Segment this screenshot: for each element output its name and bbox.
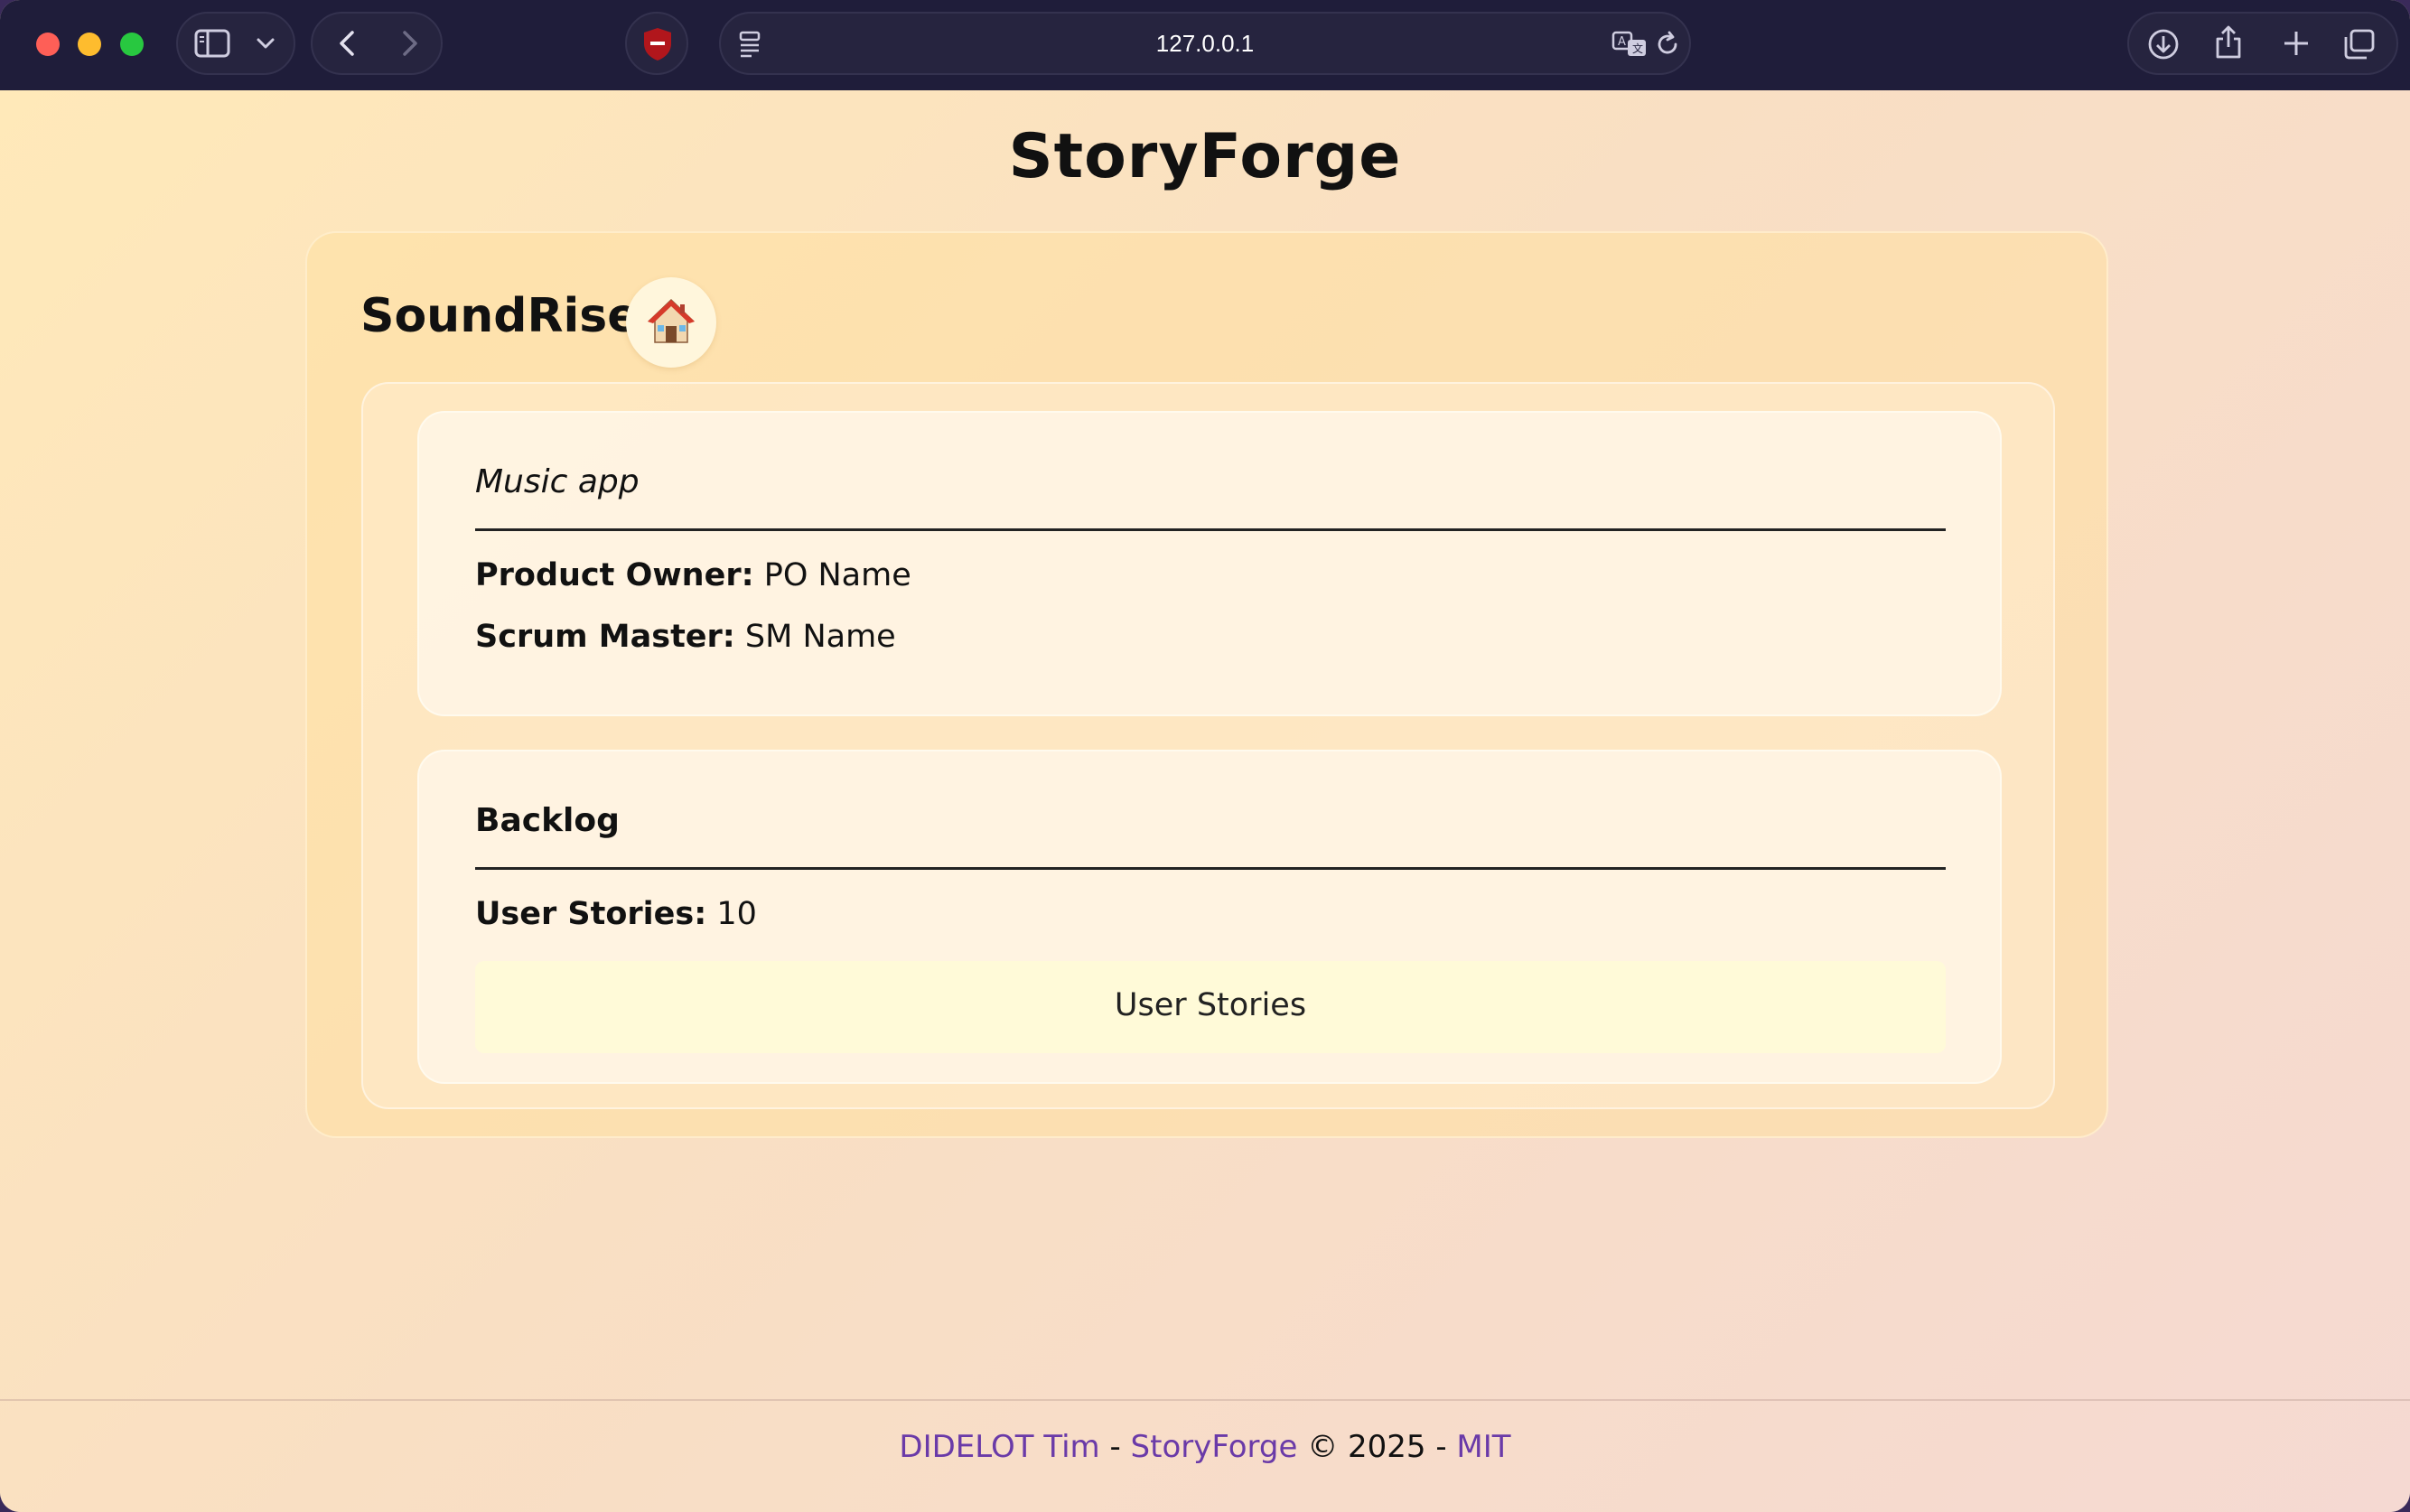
- sidebar-icon[interactable]: [194, 28, 230, 59]
- product-owner-field: Product Owner: PO Name: [475, 557, 911, 593]
- svg-text:文: 文: [1632, 42, 1643, 55]
- shield-icon: [644, 28, 671, 61]
- right-toolbar-group: [2127, 12, 2398, 75]
- project-description: Music app: [475, 463, 640, 500]
- storyforge-link[interactable]: StoryForge: [1131, 1429, 1298, 1465]
- divider: [475, 528, 1946, 531]
- reload-icon[interactable]: [1653, 30, 1682, 59]
- scrum-master-value: SM Name: [734, 619, 896, 655]
- user-stories-button[interactable]: User Stories: [475, 961, 1946, 1053]
- url-text: 127.0.0.1: [1155, 30, 1255, 57]
- project-details-panel: Music app Product Owner: PO Name Scrum M…: [361, 382, 2055, 1109]
- browser-toolbar: 127.0.0.1 A文: [0, 0, 2410, 90]
- product-owner-label: Product Owner:: [475, 557, 754, 593]
- project-card: SoundRise Music app Product Owner: PO Na…: [305, 231, 2108, 1138]
- scrum-master-label: Scrum Master:: [475, 619, 735, 655]
- home-button[interactable]: [626, 277, 716, 368]
- scrum-master-field: Scrum Master: SM Name: [475, 619, 896, 655]
- user-stories-count-field: User Stories: 10: [475, 896, 757, 932]
- footer: DIDELOT Tim - StoryForge © 2025 - MIT: [0, 1429, 2410, 1465]
- project-info-section: Music app Product Owner: PO Name Scrum M…: [417, 411, 2002, 716]
- license-link[interactable]: MIT: [1456, 1429, 1510, 1465]
- house-icon: [648, 298, 695, 343]
- navigation-group: [311, 12, 443, 75]
- divider: [475, 867, 1946, 870]
- download-icon[interactable]: [2147, 28, 2180, 61]
- minimize-window-button[interactable]: [78, 33, 101, 56]
- backlog-section: Backlog User Stories: 10 User Stories: [417, 750, 2002, 1084]
- product-owner-value: PO Name: [753, 557, 911, 593]
- forward-arrow-icon[interactable]: [394, 28, 425, 59]
- backlog-heading: Backlog: [475, 802, 620, 839]
- shield-extension-button[interactable]: [625, 12, 688, 75]
- footer-divider: [0, 1399, 2410, 1401]
- tab-overview-icon[interactable]: [2342, 28, 2377, 61]
- project-name: SoundRise: [360, 289, 640, 343]
- back-arrow-icon[interactable]: [332, 28, 363, 59]
- user-stories-count: 10: [706, 896, 757, 932]
- address-bar[interactable]: 127.0.0.1 A文: [719, 12, 1691, 75]
- svg-text:A: A: [1618, 35, 1626, 49]
- translate-icon[interactable]: A文: [1611, 30, 1648, 59]
- author-link[interactable]: DIDELOT Tim: [899, 1429, 1099, 1465]
- browser-window: 127.0.0.1 A文 StoryForge SoundRise Music …: [0, 0, 2410, 1512]
- footer-copyright: © 2025 -: [1297, 1429, 1457, 1465]
- close-window-button[interactable]: [36, 33, 60, 56]
- page-content: StoryForge SoundRise Music app Product O…: [0, 90, 2410, 1512]
- zoom-window-button[interactable]: [120, 33, 144, 56]
- footer-separator: -: [1099, 1429, 1131, 1465]
- user-stories-label: User Stories:: [475, 896, 707, 932]
- site-title: StoryForge: [1008, 121, 1402, 192]
- share-icon[interactable]: [2213, 24, 2244, 61]
- new-tab-plus-icon[interactable]: [2281, 28, 2312, 59]
- sidebar-toggle-group: [176, 12, 295, 75]
- chevron-down-icon[interactable]: [254, 32, 277, 55]
